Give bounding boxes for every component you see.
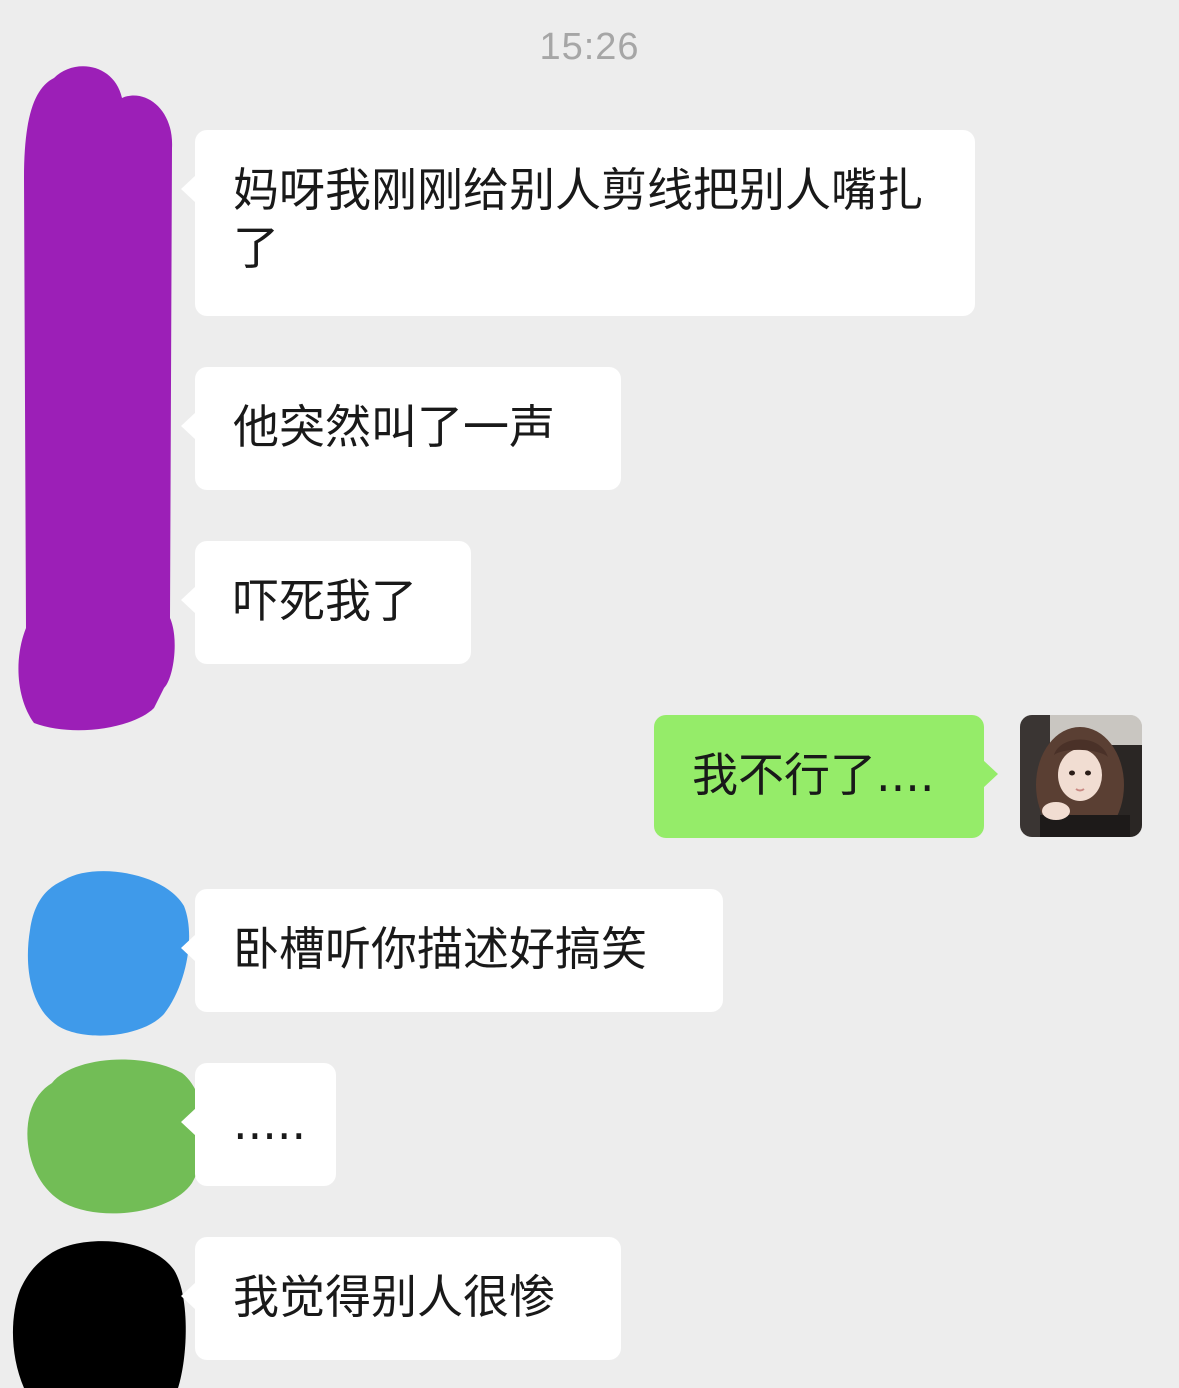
message-text: 吓死我了: [233, 574, 417, 628]
message-text: .....: [233, 1096, 307, 1150]
message-bubble-incoming[interactable]: 他突然叫了一声: [181, 367, 621, 490]
my-avatar[interactable]: [1020, 715, 1142, 837]
message-bubble-incoming[interactable]: 吓死我了: [181, 541, 471, 664]
avatar-photo-icon: [1020, 715, 1142, 837]
message-text: 我觉得别人很惨: [233, 1270, 555, 1324]
message-text: 妈呀我刚刚给别人剪线把别人嘴扎了: [233, 163, 923, 275]
redacted-avatar-scribble-black: [12, 1241, 186, 1388]
message-bubble-incoming[interactable]: 妈呀我刚刚给别人剪线把别人嘴扎了: [181, 130, 975, 316]
message-text: 他突然叫了一声: [233, 400, 555, 454]
message-bubble-incoming[interactable]: .....: [181, 1063, 336, 1186]
redacted-avatar-scribble-blue: [27, 871, 190, 1036]
redacted-avatar-scribble-green: [27, 1059, 205, 1214]
message-bubble-outgoing[interactable]: 我不行了....: [654, 715, 998, 838]
message-bubble-incoming[interactable]: 我觉得别人很惨: [181, 1237, 621, 1360]
message-text: 卧槽听你描述好搞笑: [233, 922, 647, 976]
message-bubble-incoming[interactable]: 卧槽听你描述好搞笑: [181, 889, 723, 1012]
message-text: 我不行了....: [692, 748, 935, 802]
redacted-avatar-scribble-purple: [18, 66, 175, 731]
